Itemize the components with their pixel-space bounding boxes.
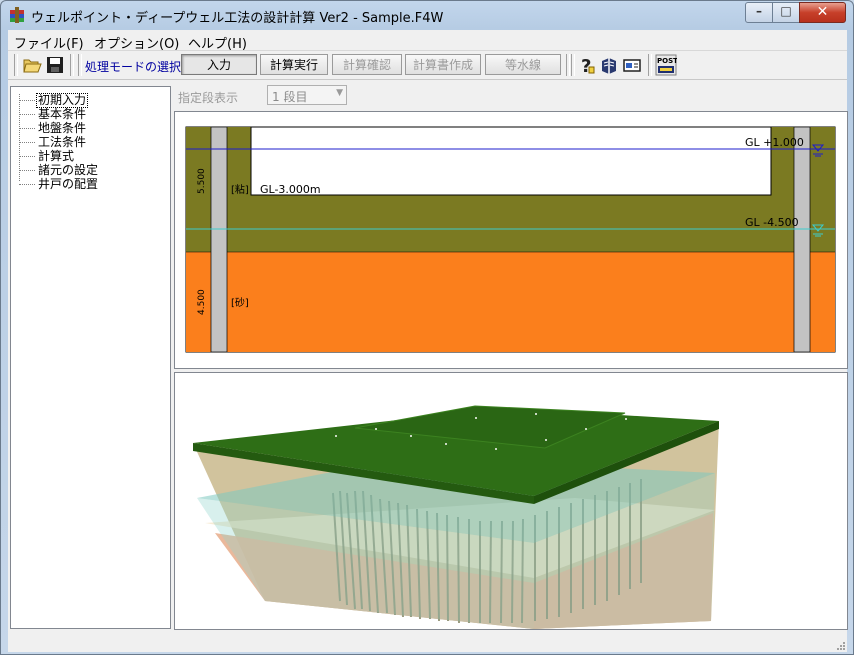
3d-view[interactable] [174, 372, 848, 630]
excavation-depth-label: GL-3.000m [260, 183, 321, 196]
input-mode-button[interactable]: 入力 [181, 54, 257, 75]
post-icon[interactable]: POST [655, 54, 677, 76]
book-icon[interactable] [599, 55, 619, 75]
tree-item-ground-conditions[interactable]: 地盤条件 [11, 122, 161, 136]
toolbar-separator [78, 54, 82, 76]
cross-section-drawing: GL +1.000 GL -4.500 GL-3.000m [粘] [砂] 5.… [185, 126, 836, 353]
run-calculation-button[interactable]: 計算実行 [260, 54, 328, 75]
tree-item-label: 基本条件 [38, 107, 87, 121]
tree-item-initial-input[interactable]: 初期入力 [11, 93, 161, 108]
tree-item-formula[interactable]: 計算式 [11, 150, 161, 164]
chevron-down-icon: ▼ [336, 88, 343, 98]
toolbar-separator [648, 54, 652, 76]
menu-options[interactable]: オプション(O) [94, 33, 179, 52]
menu-bar: ファイル(F) オプション(O) ヘルプ(H) [8, 30, 847, 52]
save-icon[interactable] [45, 55, 65, 75]
tree-item-specifications[interactable]: 諸元の設定 [11, 164, 161, 178]
create-report-button[interactable]: 計算書作成 [405, 54, 481, 75]
menu-file[interactable]: ファイル(F) [14, 33, 84, 52]
left-well-pile [210, 126, 228, 353]
title-bar[interactable]: ウェルポイント・ディープウェル工法の設計計算 Ver2 - Sample.F4W… [1, 1, 853, 29]
toolbar-separator [70, 54, 74, 76]
mode-label: 処理モードの選択 [85, 60, 182, 74]
stage-select[interactable]: 1 段目 ▼ [267, 85, 347, 105]
resize-grip-icon[interactable] [835, 640, 845, 650]
clay-layer-label: [粘] [231, 183, 249, 196]
maximize-button[interactable]: □ [772, 2, 800, 23]
app-icon [10, 7, 24, 23]
check-calculation-button[interactable]: 計算確認 [332, 54, 402, 75]
clay-thickness-label: 5.500 [197, 168, 207, 194]
tree-item-basic-conditions[interactable]: 基本条件 [11, 108, 161, 122]
toolbar-separator [14, 54, 18, 76]
gl-top-label: GL +1.000 [745, 136, 804, 149]
stage-filter-label: 指定段表示 [178, 91, 239, 105]
main-window: ウェルポイント・ディープウェル工法の設計計算 Ver2 - Sample.F4W… [0, 0, 854, 655]
toolbar-separator [571, 54, 575, 76]
svg-text:POST: POST [657, 57, 677, 65]
navigation-tree: 初期入力 基本条件 地盤条件 工法条件 計算式 諸元の設定 井戸の配置 [10, 86, 171, 629]
status-bar [8, 634, 847, 652]
toolbar: 処理モードの選択 入力 計算実行 計算確認 計算書作成 等水線 ? POST [8, 51, 847, 80]
client-area: ファイル(F) オプション(O) ヘルプ(H) 処理モードの選択 入力 計算実行… [8, 30, 848, 652]
contour-button[interactable]: 等水線 [485, 54, 561, 75]
help-icon[interactable]: ? [576, 55, 596, 75]
stage-filter-row: 指定段表示 1 段目 ▼ [175, 84, 847, 106]
tree-item-label: 計算式 [38, 149, 75, 163]
tree-item-method-conditions[interactable]: 工法条件 [11, 136, 161, 150]
stage-select-value: 1 段目 [272, 90, 308, 104]
right-well-pile [793, 126, 811, 353]
minimize-button[interactable]: – [745, 2, 773, 23]
window-title: ウェルポイント・ディープウェル工法の設計計算 Ver2 - Sample.F4W [31, 11, 444, 26]
sand-thickness-label: 4.500 [197, 289, 207, 315]
tree-item-label: 諸元の設定 [38, 163, 99, 177]
tree-item-label: 井戸の配置 [38, 177, 99, 191]
3d-model-drawing [193, 405, 719, 629]
close-button[interactable]: ✕ [799, 2, 846, 23]
tree-item-well-layout[interactable]: 井戸の配置 [11, 178, 161, 192]
sand-layer-label: [砂] [231, 296, 249, 309]
tree-item-label: 工法条件 [38, 135, 87, 149]
cross-section-view[interactable]: GL +1.000 GL -4.500 GL-3.000m [粘] [砂] 5.… [174, 111, 848, 369]
open-folder-icon[interactable] [22, 55, 42, 75]
toolbar-separator [566, 54, 570, 76]
card-icon[interactable] [622, 55, 642, 75]
gl-water-label: GL -4.500 [745, 216, 799, 229]
tree-item-label: 地盤条件 [38, 121, 87, 135]
menu-help[interactable]: ヘルプ(H) [188, 33, 247, 52]
tree-item-label: 初期入力 [35, 93, 89, 108]
sand-layer [186, 252, 835, 352]
